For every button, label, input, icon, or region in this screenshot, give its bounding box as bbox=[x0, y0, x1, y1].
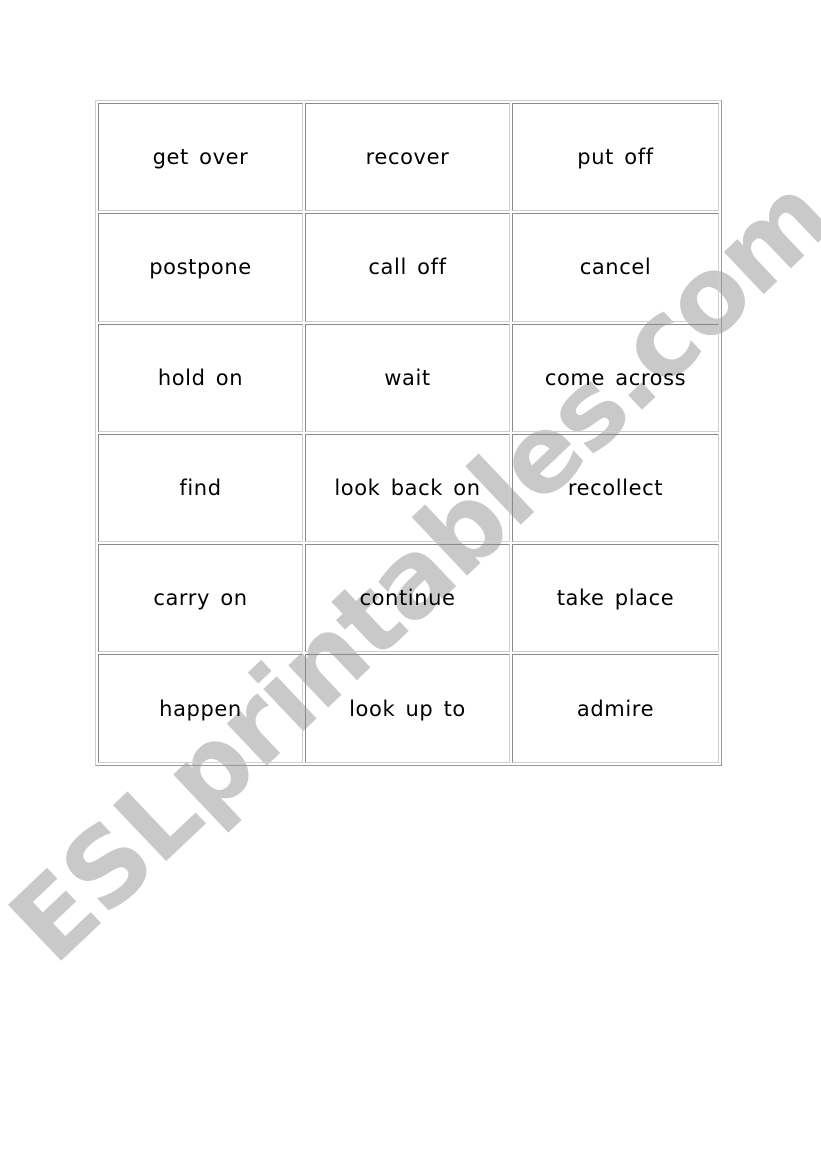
card-text: look back on bbox=[334, 476, 481, 501]
card-cell: hold on bbox=[98, 323, 303, 432]
card-cell: look back on bbox=[305, 433, 510, 543]
card-text: put off bbox=[577, 145, 654, 170]
card-cell: postpone bbox=[98, 213, 303, 322]
card-text: cancel bbox=[579, 255, 652, 280]
phrasal-verb-card-table: get over recover put off postpone call o… bbox=[95, 100, 722, 766]
card-cell: get over bbox=[98, 103, 303, 212]
card-cell: call off bbox=[305, 213, 510, 322]
card-cell: recover bbox=[305, 103, 510, 212]
card-text: recollect bbox=[567, 476, 664, 501]
card-cell: continue bbox=[305, 544, 510, 653]
card-cell: cancel bbox=[512, 213, 719, 322]
card-cell: take place bbox=[512, 544, 719, 653]
card-text: get over bbox=[152, 145, 249, 170]
card-text: look up to bbox=[349, 696, 466, 721]
card-cell: come across bbox=[512, 323, 719, 432]
card-cell: admire bbox=[512, 654, 719, 763]
card-cell: look up to bbox=[305, 654, 510, 763]
card-text: hold on bbox=[157, 365, 244, 390]
card-text: postpone bbox=[149, 255, 252, 280]
card-text: happen bbox=[159, 696, 242, 721]
card-text: find bbox=[179, 476, 222, 501]
card-cell: happen bbox=[98, 654, 303, 763]
card-cell: recollect bbox=[512, 433, 719, 543]
card-text: continue bbox=[359, 586, 456, 611]
card-text: carry on bbox=[153, 586, 248, 611]
card-text: admire bbox=[576, 696, 655, 721]
card-text: take place bbox=[556, 586, 675, 611]
card-text: wait bbox=[384, 365, 431, 390]
card-text: recover bbox=[365, 145, 450, 170]
worksheet-page: ESLprintables.com get over recover put o… bbox=[0, 0, 821, 1169]
card-text: come across bbox=[544, 365, 687, 390]
card-text: call off bbox=[368, 255, 447, 280]
card-cell: carry on bbox=[98, 544, 303, 653]
card-cell: put off bbox=[512, 103, 719, 212]
card-cell: wait bbox=[305, 323, 510, 432]
card-cell: find bbox=[98, 433, 303, 543]
